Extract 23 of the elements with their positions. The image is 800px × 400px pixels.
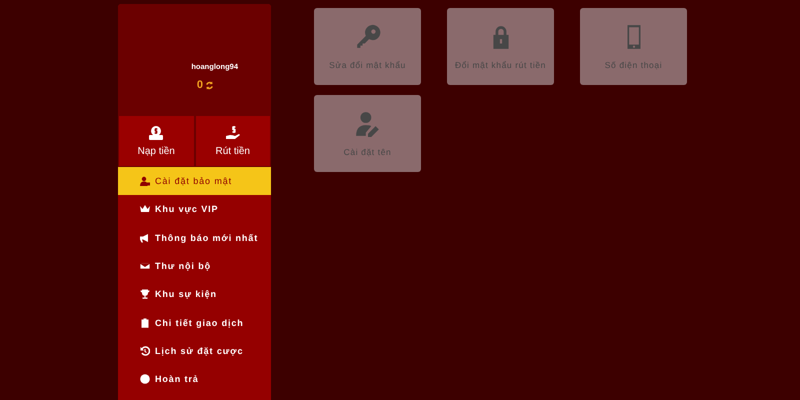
crown-icon bbox=[140, 204, 150, 214]
menu-item[interactable]: Lịch sử đặt cược bbox=[118, 336, 271, 366]
refresh-icon[interactable] bbox=[205, 80, 214, 90]
menu-item[interactable]: Cài đặt bảo mật bbox=[118, 167, 271, 196]
menu-item[interactable]: Thông báo mới nhất bbox=[118, 224, 271, 252]
megaphone-icon bbox=[140, 232, 150, 243]
clipboard-icon bbox=[140, 318, 150, 328]
hand-dollar-icon bbox=[224, 125, 241, 141]
key-icon bbox=[354, 24, 380, 50]
history-icon bbox=[140, 346, 150, 356]
trophy-icon bbox=[140, 289, 150, 300]
menu-item[interactable]: Thư nội bộ bbox=[118, 252, 271, 280]
menu-item[interactable]: Chi tiết giao dịch bbox=[118, 308, 271, 337]
envelope-icon bbox=[140, 261, 150, 272]
wallet-button[interactable]: Rút tiền bbox=[194, 115, 271, 167]
wallet-button[interactable]: Nạp tiền bbox=[118, 115, 194, 167]
menu-item[interactable]: Hoàn trả bbox=[118, 365, 271, 394]
balance: 0 bbox=[196, 79, 203, 91]
menu-item[interactable]: Khu sự kiện bbox=[118, 280, 271, 308]
menu-item[interactable]: Khu vực VIP bbox=[118, 195, 271, 224]
user-lock-icon bbox=[140, 176, 150, 186]
money-bag-icon bbox=[148, 125, 164, 141]
user-edit-icon bbox=[354, 110, 380, 136]
